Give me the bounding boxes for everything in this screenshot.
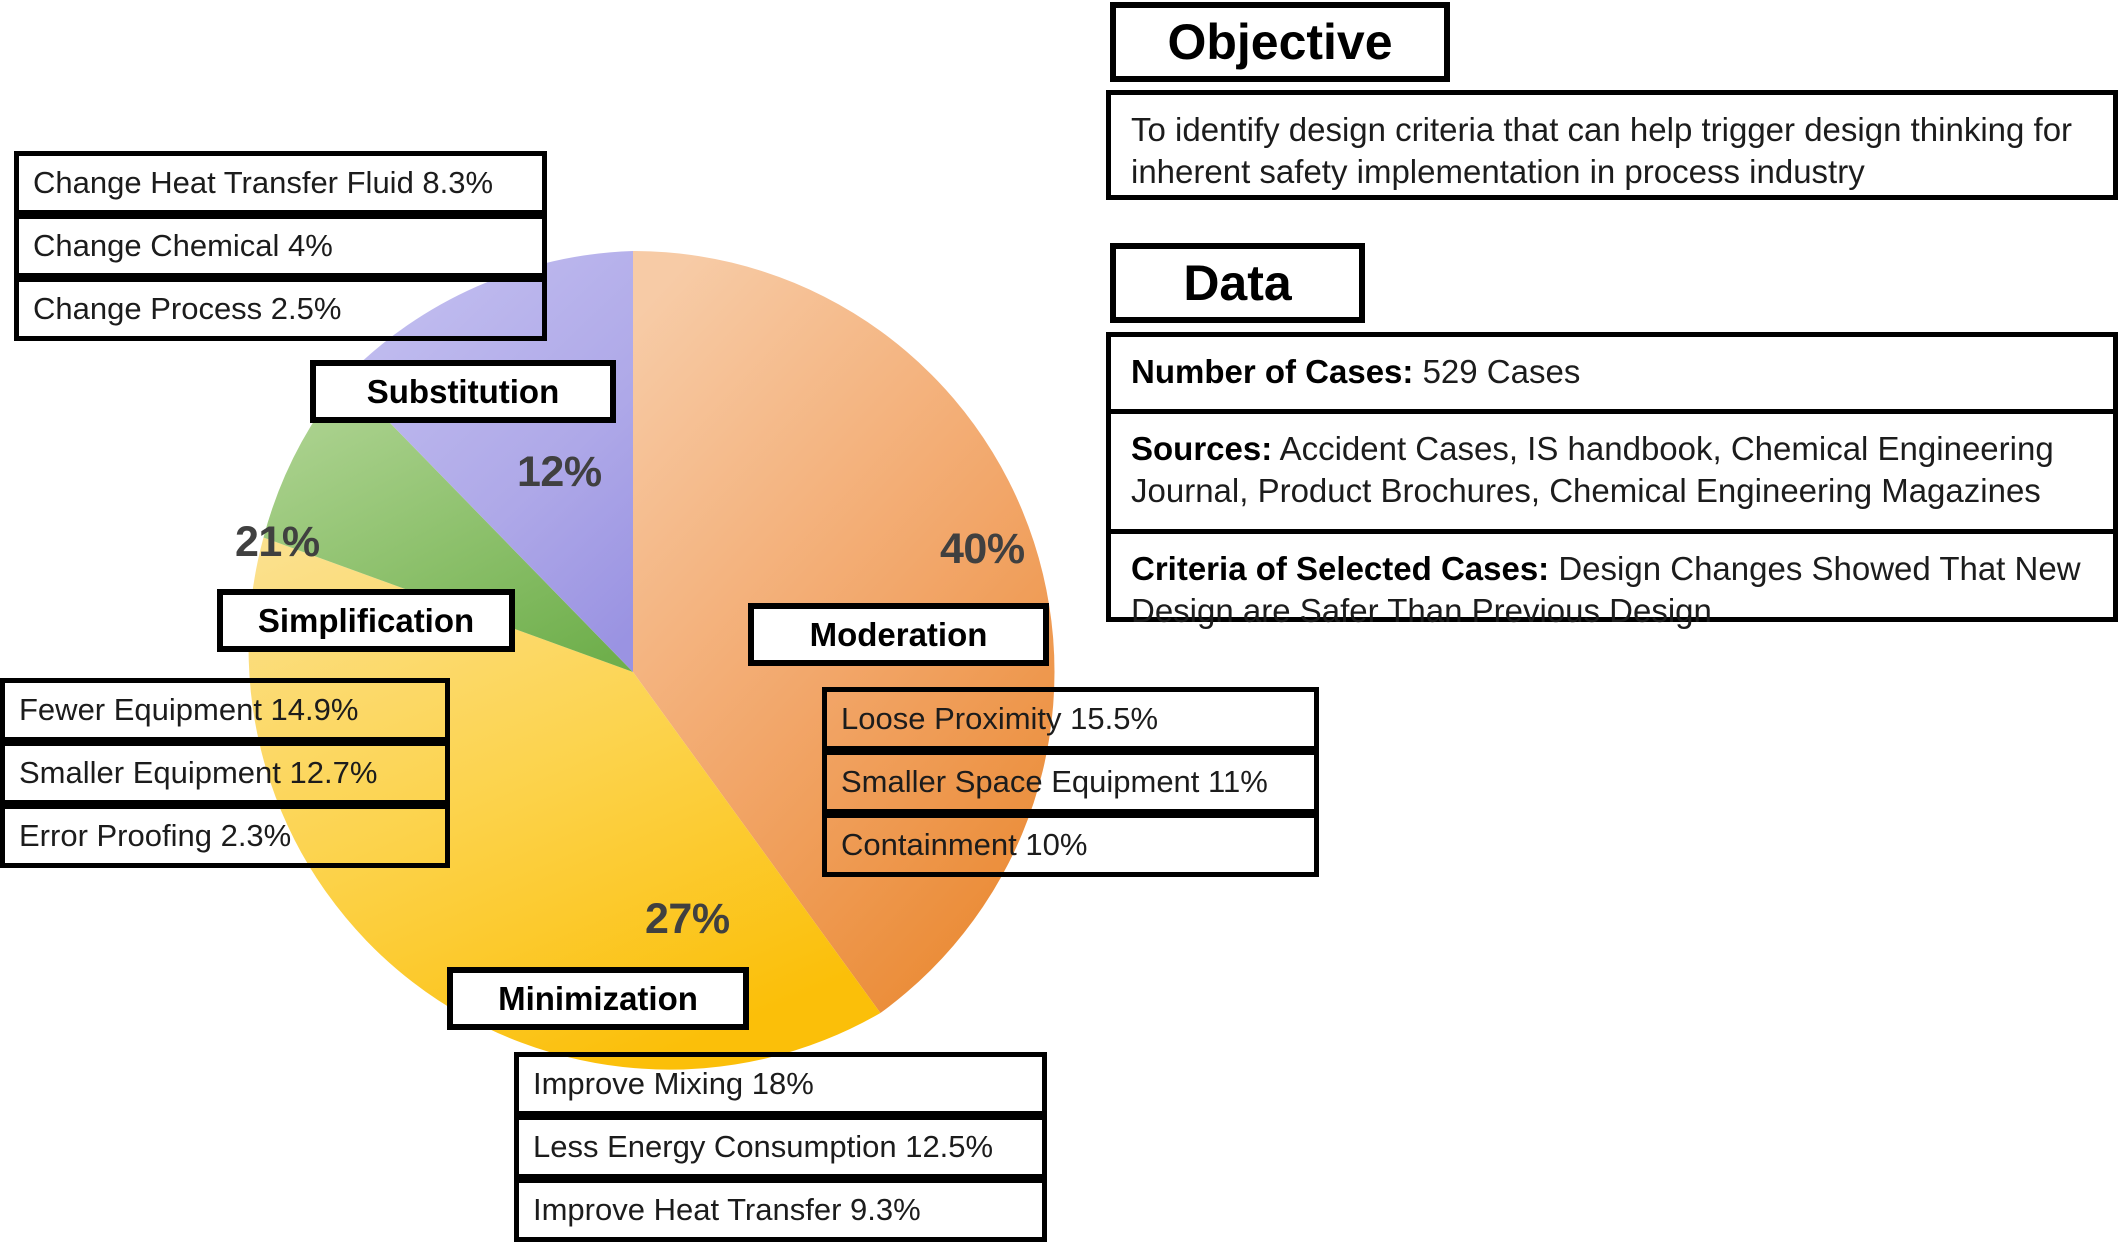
substitution-item-3[interactable]: Change Process 2.5% [14, 277, 547, 341]
data-panel: Number of Cases: 529 Cases Sources: Acci… [1106, 332, 2118, 629]
moderation-item-3[interactable]: Containment 10% [822, 813, 1319, 877]
minimization-item-2[interactable]: Less Energy Consumption 12.5% [514, 1115, 1047, 1179]
moderation-item-2[interactable]: Smaller Space Equipment 11% [822, 750, 1319, 814]
pie-label-simplification[interactable]: Simplification [217, 589, 515, 652]
simplification-item-1-label: Fewer Equipment 14.9% [19, 691, 359, 727]
pie-percent-substitution: 12% [517, 448, 602, 496]
objective-text: To identify design criteria that can hel… [1131, 111, 2073, 191]
moderation-item-3-label: Containment 10% [841, 826, 1088, 862]
pie-label-moderation[interactable]: Moderation [748, 603, 1049, 666]
data-row-sources-label: Sources: [1131, 430, 1273, 468]
pie-percent-minimization: 27% [645, 895, 730, 943]
moderation-item-1-label: Loose Proximity 15.5% [841, 700, 1159, 736]
simplification-item-3-label: Error Proofing 2.3% [19, 817, 292, 853]
objective-heading: Objective [1110, 2, 1450, 82]
data-row-criteria: Criteria of Selected Cases: Design Chang… [1111, 528, 2113, 648]
pie-label-minimization[interactable]: Minimization [447, 967, 749, 1030]
pie-percent-simplification: 21% [235, 518, 320, 566]
substitution-item-2[interactable]: Change Chemical 4% [14, 214, 547, 278]
minimization-item-3-label: Improve Heat Transfer 9.3% [533, 1191, 921, 1227]
simplification-item-1[interactable]: Fewer Equipment 14.9% [0, 678, 450, 742]
data-row-number-of-cases: Number of Cases: 529 Cases [1111, 337, 2113, 409]
data-row-sources: Sources: Accident Cases, IS handbook, Ch… [1111, 409, 2113, 528]
data-heading: Data [1110, 243, 1365, 323]
data-row-criteria-label: Criteria of Selected Cases: [1131, 549, 1550, 587]
objective-panel: To identify design criteria that can hel… [1106, 90, 2118, 200]
minimization-item-2-label: Less Energy Consumption 12.5% [533, 1128, 994, 1164]
substitution-item-2-label: Change Chemical 4% [33, 227, 333, 263]
simplification-item-2-label: Smaller Equipment 12.7% [19, 754, 378, 790]
substitution-item-1[interactable]: Change Heat Transfer Fluid 8.3% [14, 151, 547, 215]
minimization-item-1[interactable]: Improve Mixing 18% [514, 1052, 1047, 1116]
pie-label-substitution[interactable]: Substitution [310, 360, 616, 423]
minimization-item-3[interactable]: Improve Heat Transfer 9.3% [514, 1178, 1047, 1242]
substitution-item-1-label: Change Heat Transfer Fluid 8.3% [33, 164, 494, 200]
simplification-item-2[interactable]: Smaller Equipment 12.7% [0, 741, 450, 805]
infographic-canvas: 40% 27% 21% 12% Substitution Simplificat… [0, 0, 2128, 1245]
data-row-number-of-cases-value: 529 Cases [1413, 353, 1581, 390]
moderation-item-2-label: Smaller Space Equipment 11% [841, 763, 1268, 799]
moderation-item-1[interactable]: Loose Proximity 15.5% [822, 687, 1319, 751]
substitution-item-3-label: Change Process 2.5% [33, 290, 342, 326]
minimization-item-1-label: Improve Mixing 18% [533, 1065, 814, 1101]
data-row-number-of-cases-label: Number of Cases: [1131, 353, 1414, 390]
simplification-item-3[interactable]: Error Proofing 2.3% [0, 804, 450, 868]
pie-percent-moderation: 40% [940, 525, 1025, 573]
